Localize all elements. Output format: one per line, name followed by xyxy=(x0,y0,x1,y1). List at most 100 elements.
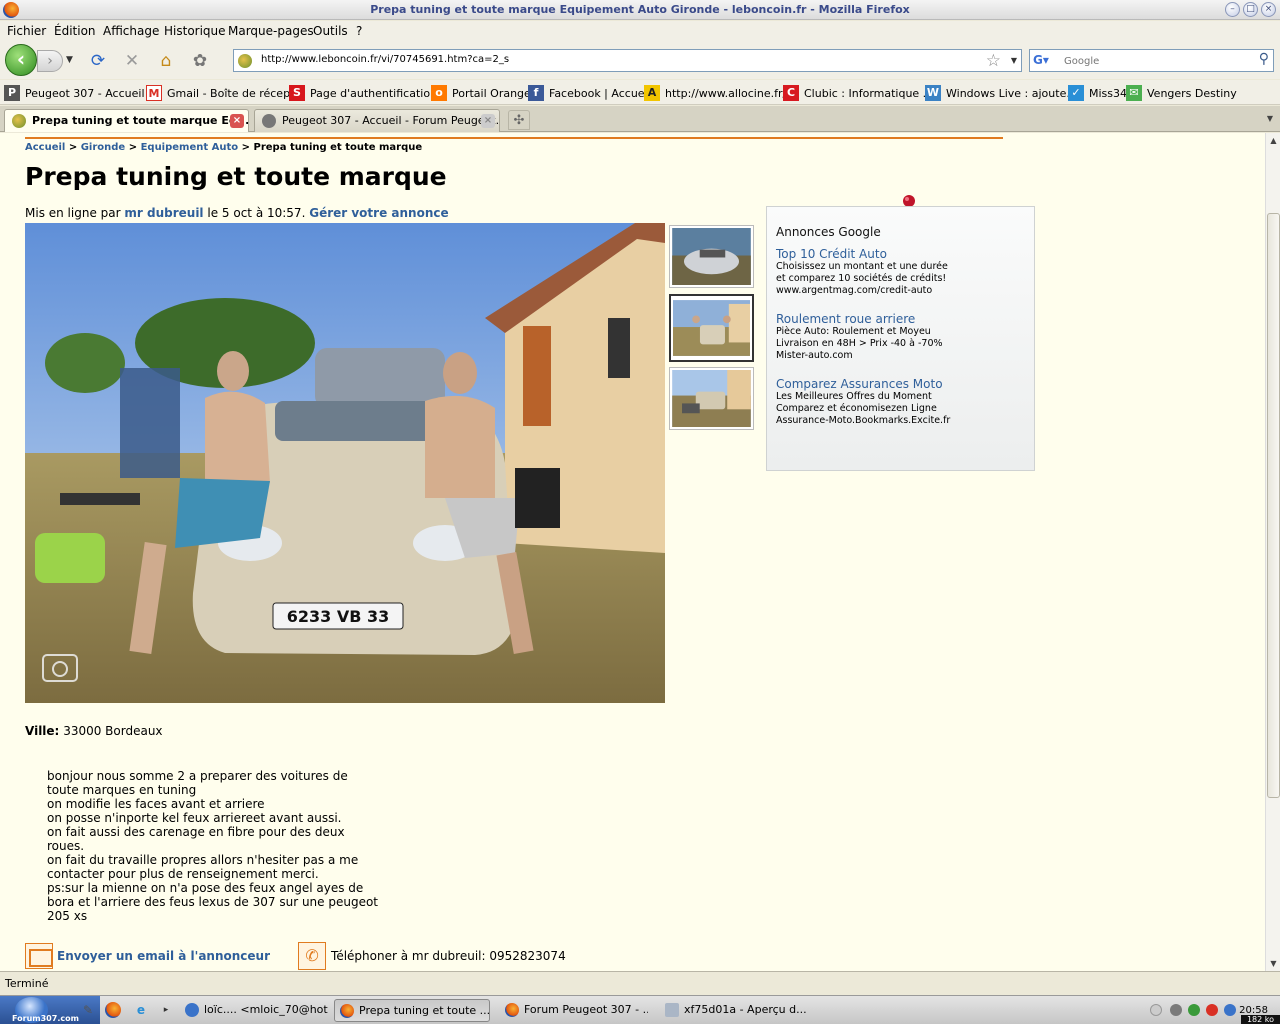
ad-url[interactable]: Mister-auto.com xyxy=(776,350,1026,362)
close-button[interactable]: × xyxy=(1261,2,1276,17)
bookmark-gmail[interactable]: M Gmail - Boîte de récep... xyxy=(146,85,301,101)
quicklaunch-messenger-icon[interactable]: e xyxy=(133,1002,149,1018)
tab-strip: Prepa tuning et toute marque Eq... × Peu… xyxy=(0,106,1280,132)
city-label: Ville: xyxy=(25,724,60,738)
manage-listing-link[interactable]: Gérer votre annonce xyxy=(309,206,448,220)
ad-title-link[interactable]: Comparez Assurances Moto xyxy=(776,377,1026,391)
menu-marque-pages[interactable]: Marque-pages xyxy=(228,24,314,38)
tray-network-icon[interactable] xyxy=(1170,1004,1182,1016)
menu-fichier[interactable]: Fichier xyxy=(7,24,46,38)
system-tray: 20:58 182 ko xyxy=(1146,999,1280,1024)
main-photo[interactable]: 6233 VB 33 xyxy=(25,223,665,703)
google-ads-box: Annonces Google Top 10 Crédit Auto Chois… xyxy=(766,206,1035,471)
status-text: Terminé xyxy=(5,977,49,990)
sfr-icon: S xyxy=(289,85,305,101)
email-advertiser-link[interactable]: Envoyer un email à l'annonceur xyxy=(57,949,270,963)
bookmark-facebook[interactable]: f Facebook | Accueil xyxy=(528,85,651,101)
task-firefox-icon xyxy=(340,1004,354,1018)
taskbar-item-forum[interactable]: Forum Peugeot 307 - ... xyxy=(500,999,648,1022)
ad-url[interactable]: Assurance-Moto.Bookmarks.Excite.fr xyxy=(776,415,1026,427)
city-field: Ville: 33000 Bordeaux xyxy=(25,724,163,738)
menu-help[interactable]: ? xyxy=(356,24,362,38)
search-icon[interactable]: ⚲ xyxy=(1259,51,1269,67)
page-content: Accueil > Gironde > Equipement Auto > Pr… xyxy=(0,133,1265,971)
tray-volume-icon[interactable] xyxy=(1224,1004,1236,1016)
page-scrollbar[interactable]: ▲ ▼ xyxy=(1265,133,1280,971)
page-title: Prepa tuning et toute marque xyxy=(25,162,447,191)
back-button[interactable]: ‹ xyxy=(5,44,37,76)
menu-edition[interactable]: Édition xyxy=(54,24,96,38)
facebook-icon: f xyxy=(528,85,544,101)
ad-title-link[interactable]: Roulement roue arriere xyxy=(776,312,1026,326)
photo-thumbnail-selected[interactable] xyxy=(669,294,754,362)
ad-item[interactable]: Top 10 Crédit Auto Choisissez un montant… xyxy=(776,247,1026,297)
status-bar: Terminé xyxy=(0,971,1280,995)
maximize-button[interactable]: □ xyxy=(1243,2,1258,17)
bookmark-vengers[interactable]: ✉ Vengers Destiny xyxy=(1126,85,1237,101)
ad-item[interactable]: Roulement roue arriere Pièce Auto: Roule… xyxy=(776,312,1026,362)
taskbar-item-mail[interactable]: loïc.... <mloic_70@hot... xyxy=(180,999,328,1022)
breadcrumb-accueil[interactable]: Accueil xyxy=(25,142,65,153)
menu-historique[interactable]: Historique xyxy=(164,24,226,38)
tray-security-icon[interactable] xyxy=(1206,1004,1218,1016)
tab-close-icon[interactable]: × xyxy=(481,114,495,128)
title-bar: Prepa tuning et toute marque Equipement … xyxy=(0,0,1280,20)
contact-row: Envoyer un email à l'annonceur ✆ Télépho… xyxy=(25,942,566,970)
bookmark-miss34[interactable]: ✓ Miss34 xyxy=(1068,85,1127,101)
ad-url[interactable]: www.argentmag.com/credit-auto xyxy=(776,285,1026,297)
url-text[interactable]: http://www.leboncoin.fr/vi/70745691.htm?… xyxy=(261,54,509,65)
reload-icon[interactable]: ⟳ xyxy=(88,51,108,71)
search-bar[interactable]: G▾ ⚲ xyxy=(1029,49,1274,72)
menu-outils[interactable]: Outils xyxy=(313,24,348,38)
breadcrumb-current: Prepa tuning et toute marque xyxy=(253,142,423,153)
tray-messenger-icon[interactable] xyxy=(1188,1004,1200,1016)
forward-button[interactable]: › xyxy=(37,50,63,72)
stop-icon[interactable]: ✕ xyxy=(122,51,142,71)
bookmark-windows-live[interactable]: W Windows Live : ajoute... xyxy=(925,85,1077,101)
url-dropdown-icon[interactable]: ▼ xyxy=(1011,56,1017,65)
city-value: 33000 Bordeaux xyxy=(63,724,163,738)
tab-favicon-icon xyxy=(262,114,276,128)
addon-icon[interactable]: ✿ xyxy=(190,51,210,71)
miss34-icon: ✓ xyxy=(1068,85,1084,101)
ad-title-link[interactable]: Top 10 Crédit Auto xyxy=(776,247,1026,261)
breadcrumb-equipement[interactable]: Equipement Auto xyxy=(141,142,239,153)
bookmark-peugeot[interactable]: P Peugeot 307 - Accueil ... xyxy=(4,85,159,101)
license-plate: 6233 VB 33 xyxy=(287,607,390,626)
tab-leboncoin[interactable]: Prepa tuning et toute marque Eq... × xyxy=(4,109,249,132)
quicklaunch-more-icon[interactable]: ▸ xyxy=(158,1002,174,1018)
scrollbar-thumb[interactable] xyxy=(1267,213,1280,798)
history-dropdown-icon[interactable]: ▼ xyxy=(66,55,73,65)
task-firefox-icon xyxy=(505,1003,519,1017)
home-icon[interactable]: ⌂ xyxy=(156,51,176,71)
breadcrumb-gironde[interactable]: Gironde xyxy=(81,142,126,153)
url-bar[interactable]: http://www.leboncoin.fr/vi/70745691.htm?… xyxy=(233,49,1022,72)
ad-item[interactable]: Comparez Assurances Moto Les Meilleures … xyxy=(776,377,1026,427)
scroll-up-icon[interactable]: ▲ xyxy=(1266,133,1280,148)
bookmark-orange[interactable]: o Portail Orange xyxy=(431,85,531,101)
bookmark-sfr[interactable]: S Page d'authentificatio... xyxy=(289,85,440,101)
email-icon[interactable] xyxy=(25,943,53,969)
clubic-icon: C xyxy=(783,85,799,101)
bookmark-allocine[interactable]: A http://www.allocine.fr/ xyxy=(644,85,786,101)
bookmark-clubic[interactable]: C Clubic : Informatique ... xyxy=(783,85,933,101)
tab-close-icon[interactable]: × xyxy=(230,114,244,128)
taskbar-item-firefox-active[interactable]: Prepa tuning et toute ... xyxy=(334,999,490,1022)
new-tab-button[interactable]: ✣ xyxy=(508,110,530,130)
scroll-down-icon[interactable]: ▼ xyxy=(1266,956,1280,971)
ads-heading: Annonces Google xyxy=(776,225,881,239)
google-engine-icon[interactable]: G▾ xyxy=(1033,53,1059,69)
author-link[interactable]: mr dubreuil xyxy=(124,206,203,220)
minimize-button[interactable]: – xyxy=(1225,2,1240,17)
search-input[interactable] xyxy=(1064,53,1249,69)
quicklaunch-firefox-icon[interactable] xyxy=(105,1002,121,1018)
photo-thumbnail[interactable] xyxy=(669,225,754,288)
menu-affichage[interactable]: Affichage xyxy=(103,24,159,38)
quicklaunch-tools-icon[interactable]: ✎ xyxy=(80,1002,96,1018)
bookmark-star-icon[interactable]: ☆ xyxy=(986,51,1001,71)
tab-list-icon[interactable]: ▼ xyxy=(1263,110,1277,128)
tray-collapse-icon[interactable] xyxy=(1150,1004,1162,1016)
photo-thumbnail[interactable] xyxy=(669,367,754,430)
taskbar-item-preview[interactable]: xf75d01a - Aperçu d... xyxy=(660,999,810,1022)
tab-peugeot-forum[interactable]: Peugeot 307 - Accueil - Forum Peugeot...… xyxy=(254,109,500,132)
